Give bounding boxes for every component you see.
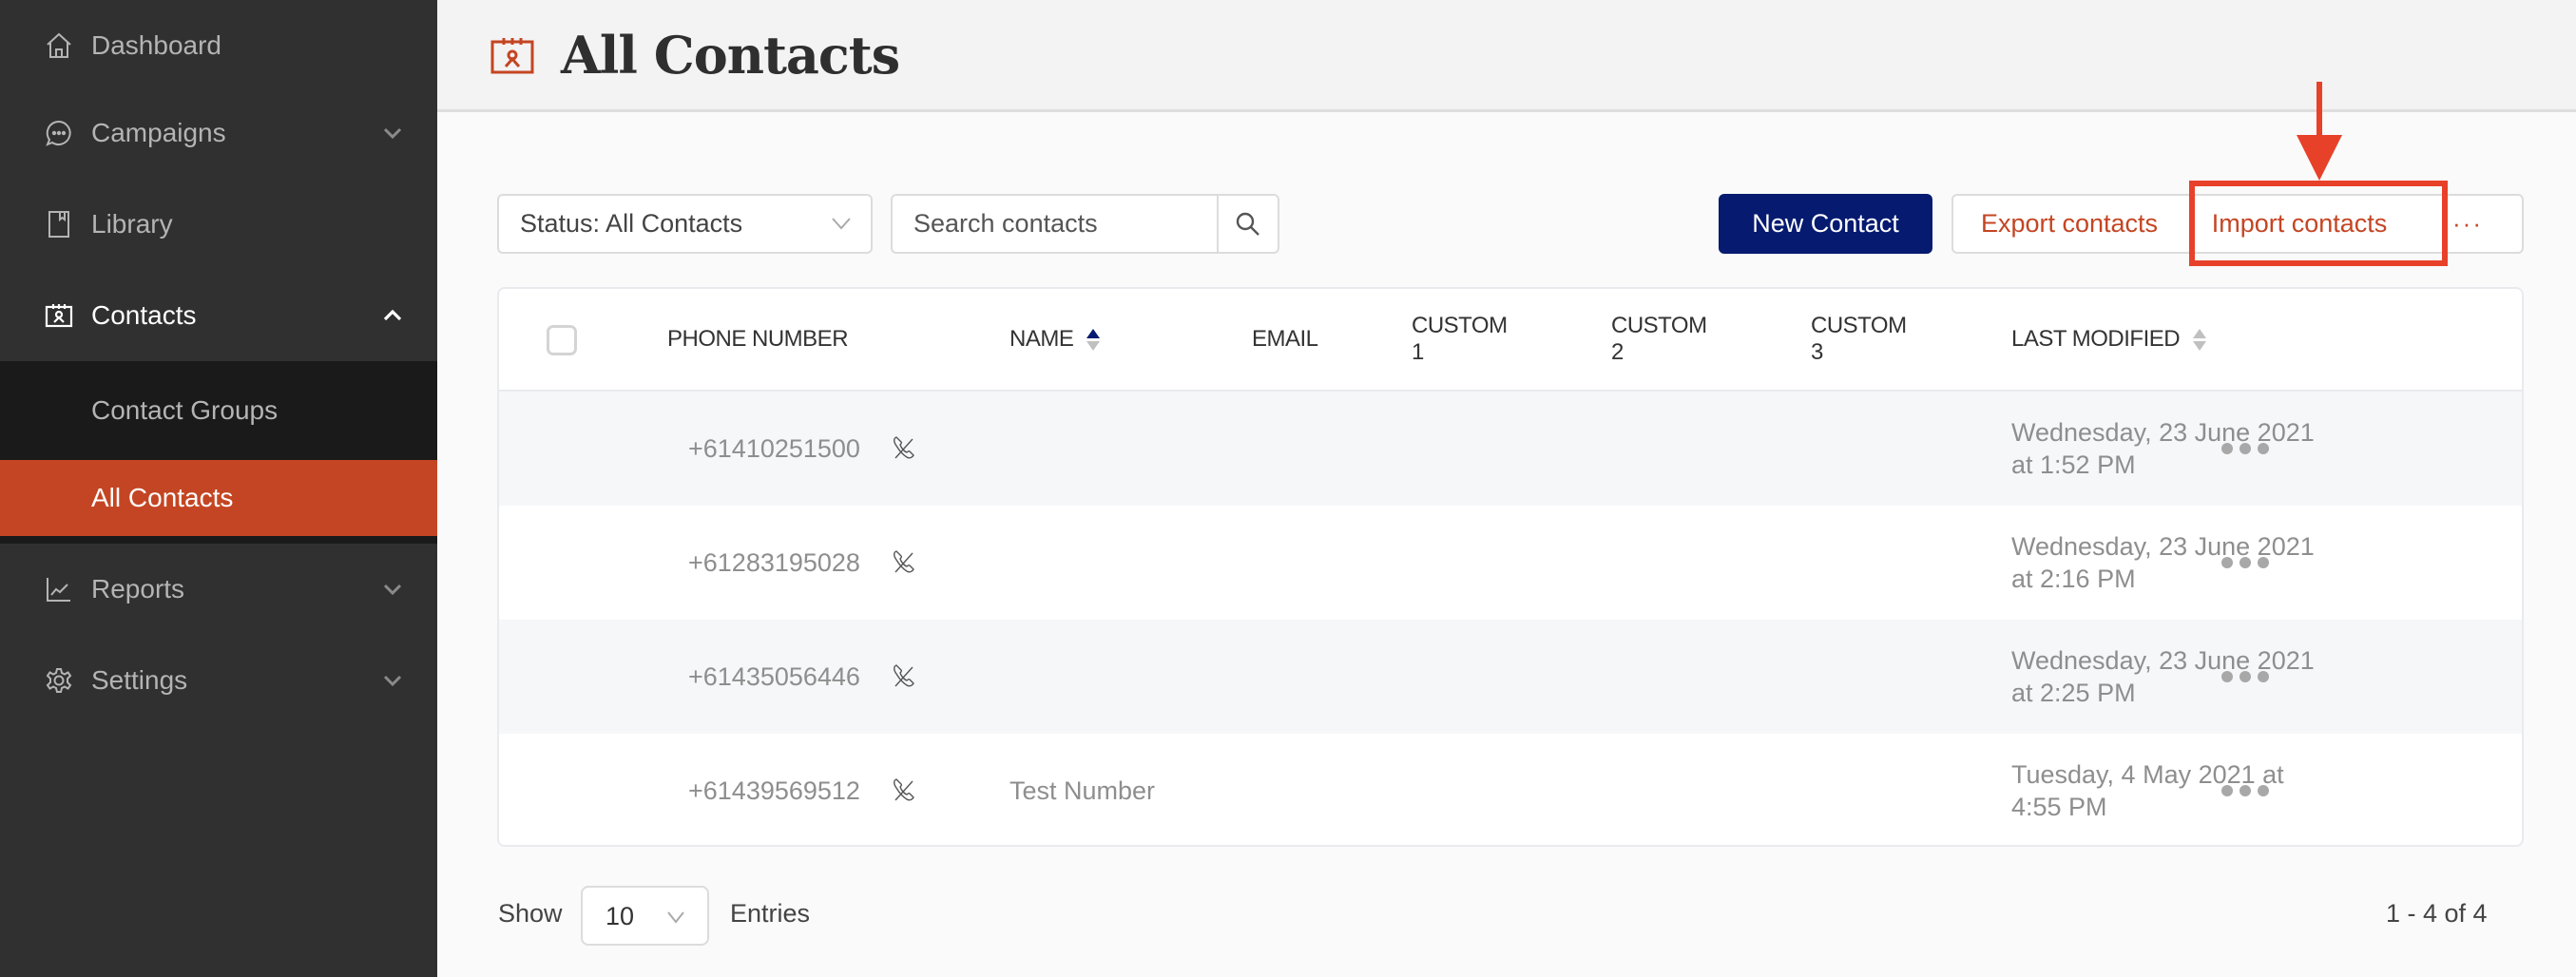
- line-chart-icon: [44, 574, 74, 604]
- row-actions-menu-icon[interactable]: [2221, 779, 2269, 802]
- more-actions-button[interactable]: ···: [2413, 196, 2522, 252]
- phone-disabled-icon[interactable]: [889, 775, 919, 805]
- search-input[interactable]: [893, 196, 1218, 252]
- column-header-custom-2[interactable]: CUSTOM 2: [1611, 289, 1707, 390]
- contacts-subnav: Contact Groups All Contacts: [0, 361, 437, 544]
- contacts-table: PHONE NUMBER NAME EMAIL CUSTOM 1 CUSTOM …: [497, 287, 2524, 847]
- sidebar-item-label: Library: [91, 209, 173, 239]
- contacts-card-icon: [490, 36, 534, 74]
- sidebar-item-label: Reports: [91, 574, 185, 603]
- column-header-email[interactable]: EMAIL: [1252, 289, 1318, 390]
- sidebar-item-library[interactable]: Library: [0, 179, 437, 270]
- entries-label: Entries: [730, 899, 811, 928]
- phone-number: +61410251500: [688, 433, 860, 463]
- chevron-down-icon[interactable]: [382, 670, 403, 691]
- sidebar-item-dashboard[interactable]: Dashboard: [0, 0, 437, 91]
- search-icon: [1236, 212, 1259, 236]
- phone-disabled-icon[interactable]: [889, 546, 919, 577]
- sidebar-item-label: Campaigns: [91, 118, 226, 147]
- page-header: All Contacts: [437, 0, 2576, 112]
- column-header-label: CUSTOM: [1811, 313, 1907, 338]
- chevron-down-icon: [667, 911, 684, 924]
- column-header-phone[interactable]: PHONE NUMBER: [667, 289, 849, 390]
- row-actions-menu-icon[interactable]: [2221, 437, 2269, 460]
- sidebar-subitem-label: All Contacts: [91, 483, 234, 512]
- show-label: Show: [498, 899, 563, 928]
- column-header-custom-3[interactable]: CUSTOM 3: [1811, 289, 1907, 390]
- table-row[interactable]: +61410251500 Wednesday, 23 June 2021 at …: [499, 392, 2522, 506]
- chevron-down-icon[interactable]: [382, 123, 403, 144]
- table-row[interactable]: +61435056446 Wednesday, 23 June 2021 at …: [499, 620, 2522, 734]
- column-header-name[interactable]: NAME: [1009, 289, 1101, 390]
- row-actions-menu-icon[interactable]: [2221, 665, 2269, 688]
- entries-per-page-value: 10: [606, 902, 635, 930]
- last-modified: Tuesday, 4 May 2021 at 4:55 PM: [2011, 760, 2284, 821]
- table-header: PHONE NUMBER NAME EMAIL CUSTOM 1 CUSTOM …: [499, 289, 2522, 392]
- home-icon: [44, 30, 74, 61]
- column-header-label: LAST MODIFIED: [2011, 326, 2181, 352]
- sort-icon[interactable]: [2193, 328, 2207, 351]
- column-header-label: EMAIL: [1252, 326, 1318, 352]
- phone-disabled-icon[interactable]: [889, 432, 919, 463]
- new-contact-button[interactable]: New Contact: [1719, 194, 1932, 254]
- sidebar-item-label: Dashboard: [91, 30, 221, 60]
- last-modified: Wednesday, 23 June 2021 at 2:25 PM: [2011, 646, 2315, 707]
- column-header-label: 1: [1412, 339, 1424, 365]
- phone-number: +61439569512: [688, 776, 860, 805]
- sidebar: Dashboard Campaigns Library Contacts Con…: [0, 0, 437, 977]
- column-header-label: NAME: [1009, 326, 1074, 352]
- sidebar-item-label: Settings: [91, 665, 188, 695]
- chevron-up-icon[interactable]: [382, 305, 403, 326]
- page-title: All Contacts: [561, 25, 900, 86]
- contacts-card-icon: [44, 300, 74, 331]
- sort-ascending-icon[interactable]: [1086, 328, 1101, 351]
- gear-icon: [44, 665, 74, 696]
- table-row[interactable]: +61439569512 Test Number Tuesday, 4 May …: [499, 734, 2522, 845]
- phone-number: +61283195028: [688, 547, 860, 577]
- row-actions-menu-icon[interactable]: [2221, 551, 2269, 574]
- import-contacts-button[interactable]: Import contacts: [2185, 196, 2413, 252]
- sidebar-subitem-contact-groups[interactable]: Contact Groups: [0, 361, 437, 460]
- export-contacts-button[interactable]: Export contacts: [1953, 196, 2185, 252]
- column-header-label: PHONE NUMBER: [667, 326, 849, 352]
- table-row[interactable]: +61283195028 Wednesday, 23 June 2021 at …: [499, 506, 2522, 620]
- column-header-label: 3: [1811, 339, 1823, 365]
- select-all-checkbox[interactable]: [547, 325, 577, 355]
- pagination-summary: 1 - 4 of 4: [2386, 899, 2488, 928]
- phone-disabled-icon[interactable]: [889, 661, 919, 691]
- chat-bubble-icon: [44, 118, 74, 148]
- contact-name: Test Number: [1009, 776, 1156, 805]
- sidebar-subitem-label: Contact Groups: [91, 395, 279, 425]
- search-box: [891, 194, 1279, 254]
- sidebar-item-campaigns[interactable]: Campaigns: [0, 87, 437, 179]
- sidebar-item-contacts[interactable]: Contacts: [0, 270, 437, 361]
- sidebar-subitem-all-contacts[interactable]: All Contacts: [0, 460, 437, 536]
- entries-per-page-select[interactable]: 10: [581, 886, 709, 946]
- chevron-down-icon[interactable]: [382, 579, 403, 600]
- status-filter-value: Status: All Contacts: [520, 209, 743, 238]
- sidebar-item-settings[interactable]: Settings: [0, 635, 437, 726]
- column-header-last-modified[interactable]: LAST MODIFIED: [2011, 289, 2207, 390]
- status-filter-select[interactable]: Status: All Contacts: [497, 194, 873, 254]
- last-modified: Wednesday, 23 June 2021 at 1:52 PM: [2011, 418, 2315, 479]
- sidebar-item-reports[interactable]: Reports: [0, 544, 437, 635]
- column-header-custom-1[interactable]: CUSTOM 1: [1412, 289, 1508, 390]
- column-header-label: CUSTOM: [1611, 313, 1707, 338]
- chevron-down-icon: [832, 218, 851, 230]
- sidebar-item-label: Contacts: [91, 300, 197, 330]
- search-button[interactable]: [1217, 196, 1278, 252]
- contact-actions-group: Export contacts Import contacts ···: [1951, 194, 2524, 254]
- phone-number: +61435056446: [688, 661, 860, 691]
- bookmark-book-icon: [44, 209, 74, 239]
- last-modified: Wednesday, 23 June 2021 at 2:16 PM: [2011, 532, 2315, 593]
- column-header-label: CUSTOM: [1412, 313, 1508, 338]
- column-header-label: 2: [1611, 339, 1624, 365]
